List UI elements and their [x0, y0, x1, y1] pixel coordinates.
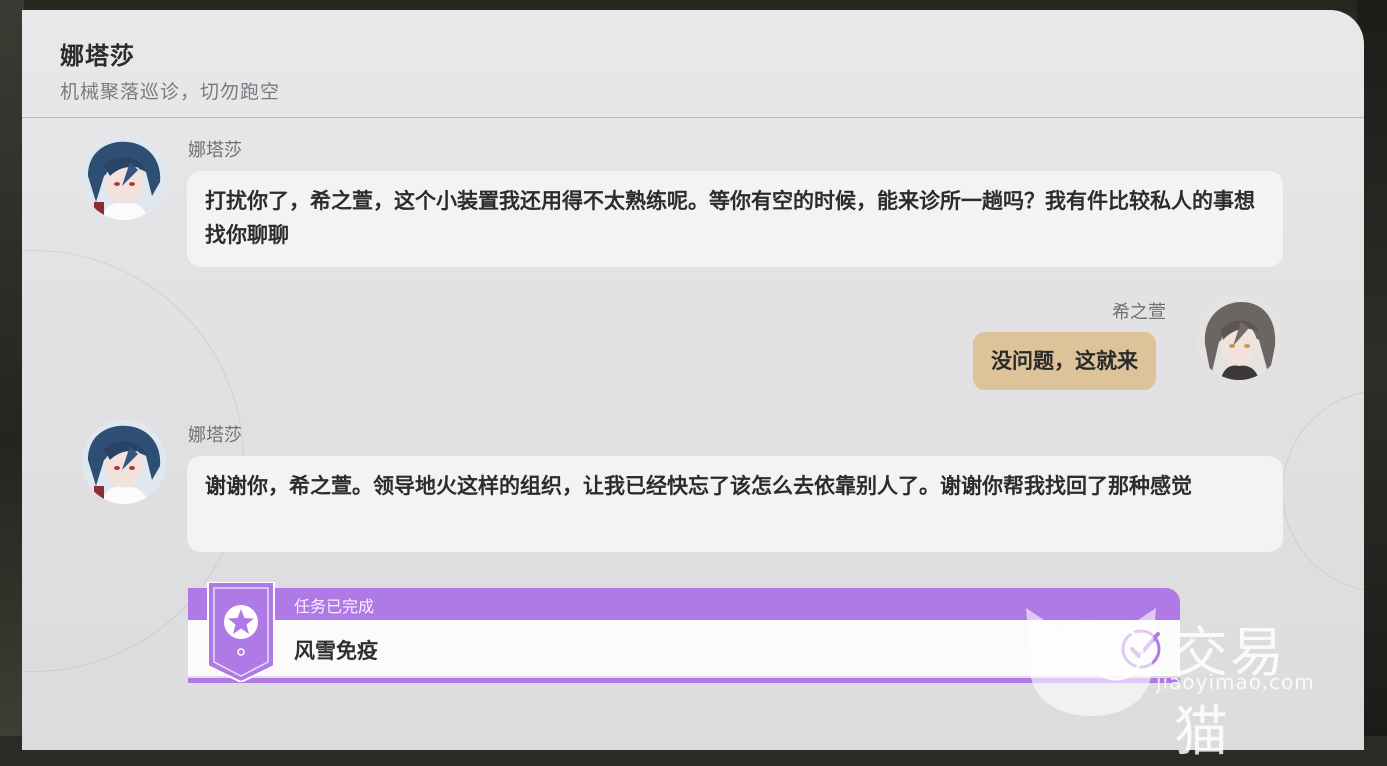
- mission-card[interactable]: 任务已完成 风雪免疫: [188, 582, 1180, 686]
- natasha-avatar[interactable]: [82, 420, 166, 504]
- message-bubble-self: 没问题，这就来: [973, 332, 1156, 390]
- mission-card-footer-bar: [188, 678, 1180, 683]
- message-sender: 娜塔莎: [188, 425, 242, 446]
- chat-panel: 娜塔莎 机械聚落巡诊，切勿跑空 娜塔莎 打扰你了，希之萱，这个小装置我还用得不太…: [22, 10, 1364, 750]
- background-left: [0, 0, 24, 736]
- star-badge-icon: [207, 582, 275, 682]
- natasha-portrait-icon: [82, 136, 166, 220]
- mission-name: 风雪免疫: [294, 639, 378, 663]
- message-sender: 娜塔莎: [188, 140, 242, 161]
- decorative-ring: [1282, 390, 1364, 592]
- message-bubble: 打扰你了，希之萱，这个小装置我还用得不太熟练呢。等你有空的时候，能来诊所一趟吗？…: [187, 171, 1283, 267]
- contact-name: 娜塔莎: [60, 42, 135, 70]
- message-bubble: 谢谢你，希之萱。领导地火这样的组织，让我已经快忘了该怎么去依靠别人了。谢谢你帮我…: [187, 456, 1283, 552]
- player-portrait-icon: [1197, 296, 1281, 380]
- message-sender: 希之萱: [1112, 302, 1166, 323]
- contact-signature: 机械聚落巡诊，切勿跑空: [60, 81, 281, 103]
- mission-status: 任务已完成: [294, 597, 375, 616]
- check-circle-icon: [1121, 629, 1161, 669]
- player-avatar[interactable]: [1197, 296, 1281, 380]
- natasha-portrait-icon: [82, 420, 166, 504]
- header-divider: [22, 117, 1364, 118]
- natasha-avatar[interactable]: [82, 136, 166, 220]
- chat-header: 娜塔莎 机械聚落巡诊，切勿跑空: [60, 36, 280, 104]
